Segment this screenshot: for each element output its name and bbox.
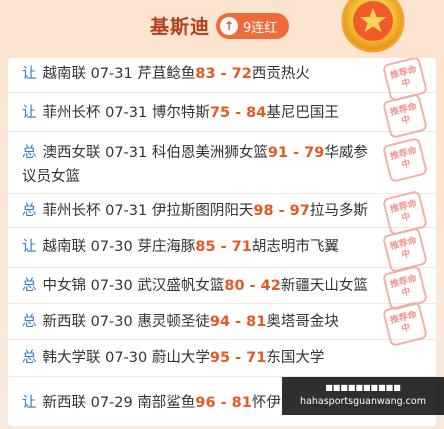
league: 新西联 [42,314,87,330]
home-team: 博尔特斯 [151,105,210,121]
bet-type: 总 [22,350,37,366]
list-item[interactable]: 让越南联 07-30 芽庄海豚85 - 71胡志明市飞翼 推荐命中 [8,226,436,274]
away-team: 新疆天山女篮 [280,278,368,294]
away-score: 81 [246,314,267,330]
match-date: 07-30 [90,278,133,294]
match-date: 07-29 [90,395,133,411]
league: 韩大学联 [42,350,101,366]
match-date: 07-30 [90,314,133,330]
streak-badge: ↑ 9连红 [216,13,290,39]
match-date: 07-30 [105,350,148,366]
arrow-up-icon: ↑ [220,17,238,35]
home-score: 75 [209,105,231,121]
match-date: 07-31 [90,66,133,82]
bet-type: 让 [22,395,37,411]
list-item[interactable]: 总菲州长杯 07-31 伊拉斯图阴阳天98 - 97拉马多斯 推荐命中 [8,189,436,237]
home-score: 91 [267,145,289,161]
away-team: 东国大学 [266,350,325,366]
expert-name[interactable]: 基斯迪 [150,12,210,39]
away-team: 西贡热火 [251,66,310,82]
match-date: 07-31 [105,105,148,121]
bet-type: 总 [22,145,37,161]
watermark-top: ■■■■■■■■■■ [325,383,401,392]
home-team: 芽庄海豚 [137,239,196,255]
match-date: 07-31 [105,145,148,161]
away-score: 81 [231,395,252,411]
league: 澳西女联 [42,145,101,161]
away-score: 42 [260,278,281,294]
away-score: 84 [246,105,267,121]
away-score: 79 [304,145,325,161]
league: 中女锦 [42,278,87,294]
league: 新西联 [42,395,87,411]
bet-type: 总 [22,203,37,219]
list-item[interactable]: 让越南联 07-31 芹苴鲶鱼83 - 72西贡热火 推荐命中 [8,58,436,103]
home-team: 武汉盛帆女篮 [137,278,225,294]
away-team: 奥塔哥金块 [266,314,339,330]
list-item[interactable]: 总澳西女联 07-31 科伯恩美洲狮女篮91 - 79华威参议员女篮 推荐命中 [8,133,436,194]
watermark: ■■■■■■■■■■ hahasportsguanwang.com [282,377,444,415]
away-score: 72 [231,66,252,82]
match-date: 07-30 [90,239,133,255]
home-team: 芹苴鲶鱼 [137,66,196,82]
home-team: 伊拉斯图阴阳天 [151,203,254,219]
home-score: 80 [224,278,245,294]
bet-type: 让 [22,239,37,255]
home-score: 85 [195,239,216,255]
home-score: 96 [195,395,216,411]
list-item[interactable]: 总韩大学联 07-30 蔚山大学95 - 71东国大学 [8,341,436,377]
list-item[interactable]: 让菲州长杯 07-31 博尔特斯75 - 84基尼巴国王 推荐命中 [8,92,436,140]
bet-type: 总 [22,278,37,294]
home-score: 83 [195,66,216,82]
away-team: 胡志明市飞翼 [251,239,339,255]
watermark-url: hahasportsguanwang.com [300,396,426,407]
away-score: 71 [231,239,252,255]
hit-stamp: 推荐命中 [381,136,429,184]
away-score: 71 [246,350,267,366]
header: 基斯迪 ↑ 9连红 [0,0,444,56]
bet-type: 让 [22,105,37,121]
away-team: 拉马多斯 [309,203,368,219]
bet-type: 让 [22,66,37,82]
streak-label: 9连红 [243,20,278,36]
prediction-list: 让越南联 07-31 芹苴鲶鱼83 - 72西贡热火 推荐命中 让菲州长杯 07… [8,58,436,426]
match-date: 07-31 [105,203,148,219]
away-team: 基尼巴国王 [266,105,339,121]
home-score: 98 [253,203,274,219]
league: 越南联 [42,66,87,82]
away-team: 怀伊 [251,395,281,411]
away-score: 97 [289,203,310,219]
league: 越南联 [42,239,87,255]
league: 菲州长杯 [42,203,101,219]
star-medal-icon [341,0,405,53]
home-team: 科伯恩美洲狮女篮 [151,145,268,161]
home-team: 蔚山大学 [151,350,210,366]
hit-stamp: 推荐命中 [381,226,429,274]
list-item[interactable]: 总新西联 07-30 惠灵顿圣徒94 - 81奥塔哥金块 推荐命中 [8,300,436,348]
home-score: 95 [209,350,231,366]
home-team: 惠灵顿圣徒 [137,314,210,330]
bet-type: 总 [22,314,37,330]
league: 菲州长杯 [42,105,101,121]
home-team: 南部鲨鱼 [137,395,196,411]
list-item[interactable]: 总中女锦 07-30 武汉盛帆女篮80 - 42新疆天山女篮 推荐命中 [8,264,436,312]
home-score: 94 [209,314,231,330]
